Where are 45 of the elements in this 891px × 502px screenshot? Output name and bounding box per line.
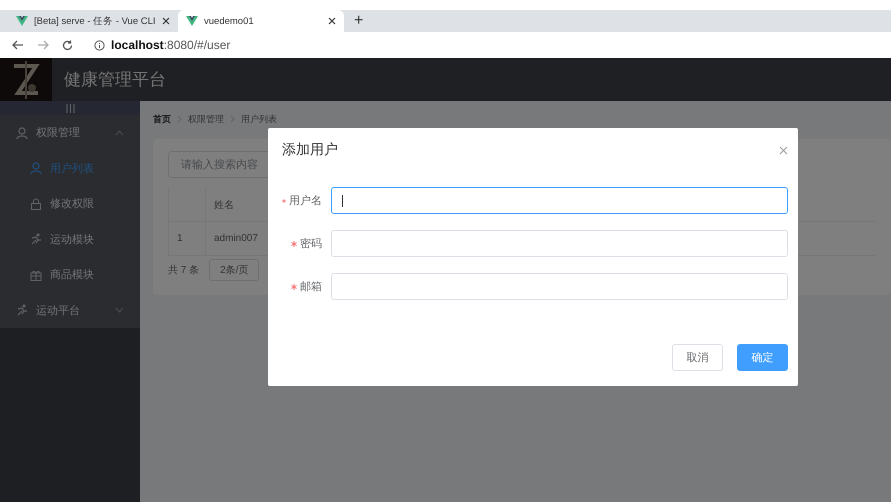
runner-icon xyxy=(30,233,42,246)
menu-item[interactable]: 运动平台 xyxy=(0,292,140,328)
chevron-down-icon xyxy=(115,307,124,314)
field-label: 用户名 xyxy=(289,194,322,208)
url-text: localhost:8080/#/user xyxy=(111,38,230,52)
breadcrumb-link[interactable]: 用户列表 xyxy=(241,112,277,126)
lock-icon xyxy=(30,198,42,210)
chevron-right-icon xyxy=(230,115,235,123)
person-icon xyxy=(16,126,28,139)
field-label: 密码 xyxy=(300,236,322,251)
info-icon[interactable] xyxy=(94,40,105,50)
input-field[interactable] xyxy=(331,187,788,214)
submenu-item[interactable]: 运动模块 xyxy=(0,222,140,257)
runner-icon xyxy=(16,304,28,316)
submenu-item[interactable]: 商品模块 xyxy=(0,257,140,292)
vue-logo-icon xyxy=(186,16,198,26)
close-icon[interactable] xyxy=(162,17,170,25)
logo-icon xyxy=(0,58,52,101)
dialog-title: 添加用户 xyxy=(282,141,338,159)
new-tab-button[interactable]: + xyxy=(348,10,370,32)
confirm-button[interactable]: 确定 xyxy=(737,344,788,371)
app-title: 健康管理平台 xyxy=(64,69,166,91)
reload-icon[interactable] xyxy=(62,40,73,50)
breadcrumb-link[interactable]: 权限管理 xyxy=(188,112,224,126)
forward-icon[interactable] xyxy=(37,40,49,50)
chevron-up-icon xyxy=(115,130,124,136)
collapse-icon[interactable] xyxy=(66,104,74,112)
vue-logo-icon xyxy=(16,16,28,26)
total-count: 共 7 条 xyxy=(168,264,200,277)
submenu-item[interactable]: 修改权限 xyxy=(0,186,140,222)
chevron-right-icon xyxy=(177,115,182,123)
back-icon[interactable] xyxy=(12,40,24,50)
page-size-select[interactable]: 2条/页 xyxy=(209,259,260,281)
close-icon[interactable] xyxy=(328,17,336,25)
gift-icon xyxy=(30,268,42,281)
cancel-button[interactable]: 取消 xyxy=(672,344,723,371)
menu-item[interactable]: 权限管理 xyxy=(0,115,140,150)
person-icon xyxy=(30,162,42,174)
field-label: 邮箱 xyxy=(300,280,322,294)
browser-tab[interactable]: vuedemo01 xyxy=(178,10,344,32)
text-caret xyxy=(342,194,343,206)
submenu-item[interactable]: 用户列表 xyxy=(0,150,140,186)
browser-tab[interactable]: [Beta] serve - 任务 - Vue CLI xyxy=(8,10,174,32)
table-cell: 1 xyxy=(168,222,205,255)
breadcrumb-link[interactable]: 首页 xyxy=(153,112,171,126)
